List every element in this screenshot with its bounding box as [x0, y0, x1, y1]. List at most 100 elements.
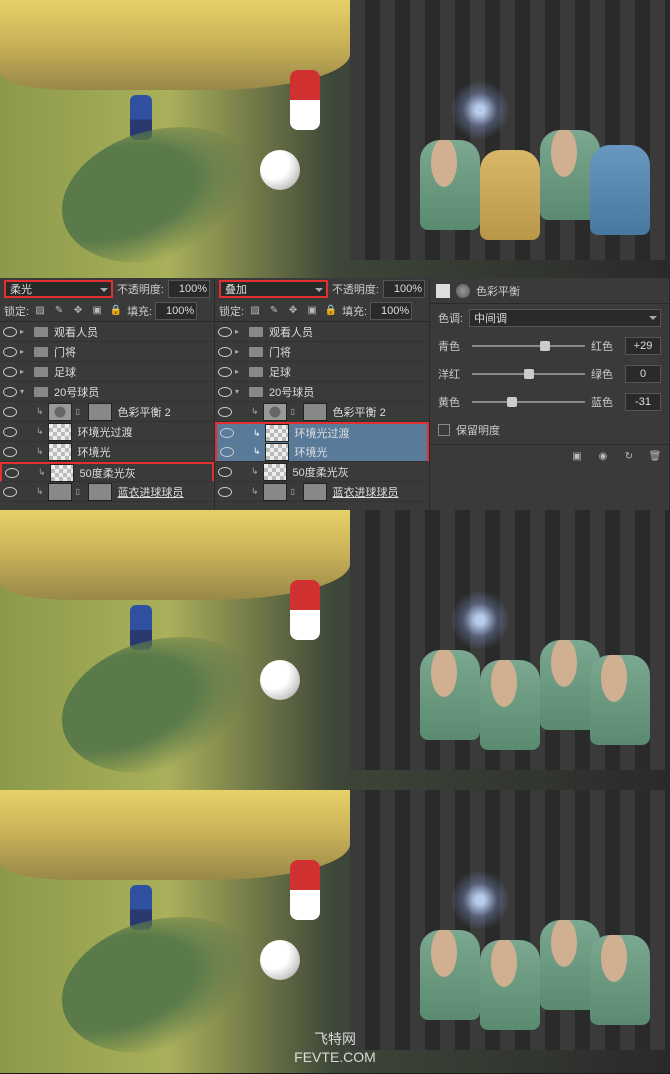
lock-brush-icon[interactable]: ✎	[266, 303, 282, 319]
visibility-icon[interactable]	[4, 465, 20, 481]
layer-thumb	[263, 463, 287, 481]
slider-left-label: 洋红	[438, 366, 466, 382]
fill-input[interactable]: 100%	[155, 302, 197, 320]
fill-label: 填充:	[127, 303, 152, 319]
layer-row[interactable]: ↳▯蓝衣进球球员	[215, 482, 429, 502]
visibility-icon[interactable]	[219, 444, 235, 460]
lock-move-icon[interactable]: ✥	[285, 303, 301, 319]
visibility-icon[interactable]	[2, 444, 18, 460]
layer-row[interactable]: ↳▯色彩平衡 2	[0, 402, 214, 422]
lock-label: 锁定:	[4, 303, 29, 319]
layer-thumb	[265, 424, 289, 442]
layer-row[interactable]: 门将	[0, 342, 214, 362]
composite-image-mid	[0, 510, 670, 790]
layer-list-mid: 观看人员 门将 足球 20号球员 ↳▯色彩平衡 2 ↳环境光过渡 ↳环境光 ↳5…	[215, 322, 429, 502]
visibility-icon[interactable]	[217, 464, 233, 480]
fill-input[interactable]: 100%	[370, 302, 412, 320]
blend-mode-dropdown[interactable]: 柔光	[4, 280, 113, 298]
opacity-input[interactable]: 100%	[383, 280, 425, 298]
delete-icon[interactable]: 🗑	[647, 449, 663, 465]
visibility-icon[interactable]	[2, 484, 18, 500]
visibility-icon[interactable]	[2, 364, 18, 380]
layer-row[interactable]: 门将	[215, 342, 429, 362]
mask-thumb	[303, 403, 327, 421]
blend-mode-dropdown[interactable]: 叠加	[219, 280, 328, 298]
visibility-icon[interactable]	[2, 324, 18, 340]
lock-transparency-icon[interactable]: ▨	[247, 303, 263, 319]
visibility-icon[interactable]	[2, 344, 18, 360]
layer-row[interactable]: ↳环境光	[215, 442, 429, 462]
lock-all-icon[interactable]: 🔒	[108, 303, 124, 319]
layer-row[interactable]: 观看人员	[0, 322, 214, 342]
visibility-icon[interactable]	[217, 364, 233, 380]
layer-thumb	[48, 483, 72, 501]
slider-right-label: 红色	[591, 338, 619, 354]
lock-brush-icon[interactable]: ✎	[51, 303, 67, 319]
visibility-icon[interactable]	[2, 404, 18, 420]
lock-transparency-icon[interactable]: ▨	[32, 303, 48, 319]
layer-list-left: 观看人员 门将 足球 20号球员 ↳▯色彩平衡 2 ↳环境光过渡 ↳环境光 ↳5…	[0, 322, 214, 502]
tone-label: 色调:	[438, 310, 463, 326]
slider-value[interactable]: 0	[625, 365, 661, 383]
slider-right-label: 蓝色	[591, 394, 619, 410]
clip-icon[interactable]: ▣	[569, 449, 585, 465]
visibility-icon[interactable]	[217, 484, 233, 500]
visibility-icon[interactable]	[2, 384, 18, 400]
visibility-icon[interactable]	[219, 425, 235, 441]
layer-row[interactable]: ↳▯色彩平衡 2	[215, 402, 429, 422]
folder-icon	[34, 347, 48, 357]
view-icon[interactable]: ◉	[595, 449, 611, 465]
watermark: 飞特网 FEVTE.COM	[294, 1029, 376, 1065]
visibility-icon[interactable]	[217, 384, 233, 400]
mask-thumb	[88, 403, 112, 421]
preserve-luminosity-checkbox[interactable]	[438, 424, 450, 436]
tone-dropdown[interactable]: 中间调	[469, 309, 661, 327]
visibility-icon[interactable]	[217, 324, 233, 340]
layer-row[interactable]: ↳环境光	[0, 442, 214, 462]
layer-thumb	[265, 443, 289, 461]
layer-row[interactable]: 足球	[215, 362, 429, 382]
layer-row[interactable]: ↳50度柔光灰	[0, 462, 214, 482]
layer-thumb	[48, 423, 72, 441]
slider-left-label: 黄色	[438, 394, 466, 410]
reset-icon[interactable]: ↻	[621, 449, 637, 465]
folder-icon	[249, 387, 263, 397]
preserve-luminosity-label: 保留明度	[456, 422, 500, 438]
opacity-input[interactable]: 100%	[168, 280, 210, 298]
visibility-icon[interactable]	[217, 344, 233, 360]
layer-row[interactable]: 足球	[0, 362, 214, 382]
folder-icon	[249, 347, 263, 357]
visibility-icon[interactable]	[2, 424, 18, 440]
layer-row[interactable]: ↳50度柔光灰	[215, 462, 429, 482]
color-balance-panel: 色彩平衡 色调: 中间调 青色 红色 +29 洋红 绿色 0 黄色 蓝色 -31…	[430, 278, 670, 510]
opacity-label: 不透明度:	[332, 281, 379, 297]
layer-row[interactable]: 20号球员	[215, 382, 429, 402]
lock-artboard-icon[interactable]: ▣	[89, 303, 105, 319]
folder-icon	[34, 387, 48, 397]
opacity-label: 不透明度:	[117, 281, 164, 297]
color-balance-icon	[436, 284, 450, 298]
slider-value[interactable]: -31	[625, 393, 661, 411]
layer-row[interactable]: 20号球员	[0, 382, 214, 402]
layer-row[interactable]: ↳环境光过渡	[215, 422, 429, 442]
layer-thumb	[48, 443, 72, 461]
slider-left-label: 青色	[438, 338, 466, 354]
lock-move-icon[interactable]: ✥	[70, 303, 86, 319]
mask-thumb	[88, 483, 112, 501]
layer-row[interactable]: 观看人员	[215, 322, 429, 342]
fill-label: 填充:	[342, 303, 367, 319]
lock-artboard-icon[interactable]: ▣	[304, 303, 320, 319]
photoshop-panels: 柔光 不透明度: 100% 锁定: ▨ ✎ ✥ ▣ 🔒 填充: 100% 观看人…	[0, 278, 670, 510]
magenta-green-slider[interactable]	[472, 366, 585, 382]
layer-thumb	[48, 403, 72, 421]
visibility-icon[interactable]	[217, 404, 233, 420]
yellow-blue-slider[interactable]	[472, 394, 585, 410]
folder-icon	[249, 367, 263, 377]
slider-value[interactable]: +29	[625, 337, 661, 355]
layer-row[interactable]: ↳环境光过渡	[0, 422, 214, 442]
layer-thumb	[50, 464, 74, 482]
layer-row[interactable]: ↳▯蓝衣进球球员	[0, 482, 214, 502]
cyan-red-slider[interactable]	[472, 338, 585, 354]
lock-all-icon[interactable]: 🔒	[323, 303, 339, 319]
folder-icon	[34, 367, 48, 377]
